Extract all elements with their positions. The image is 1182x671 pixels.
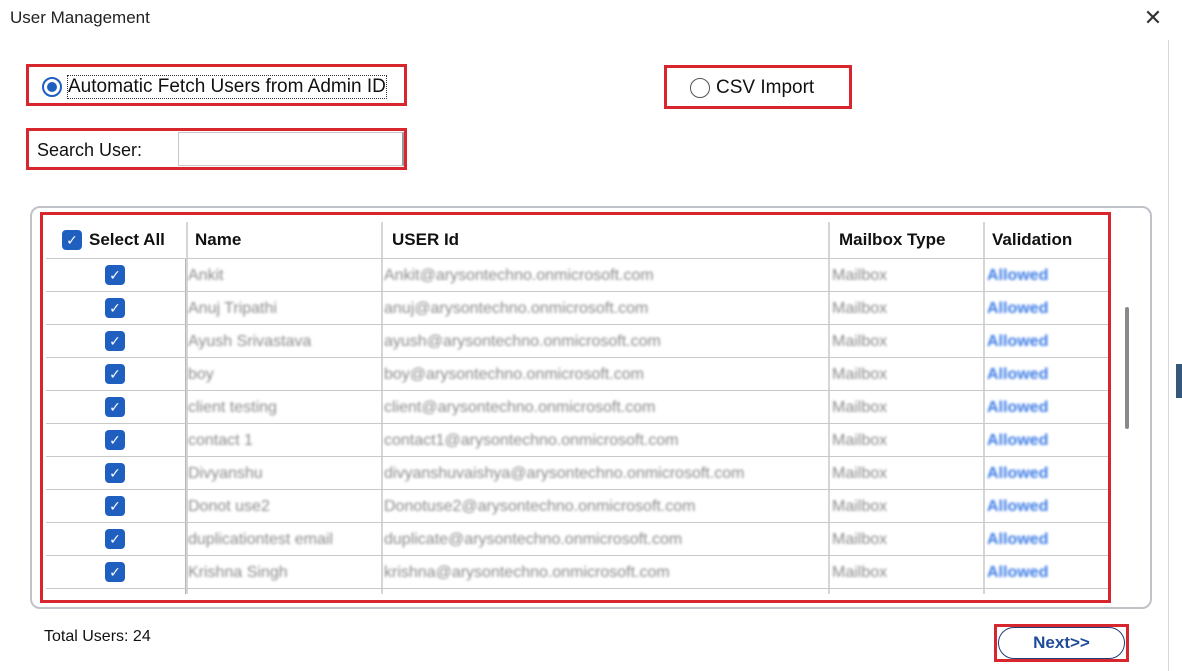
close-icon[interactable]: ✕ bbox=[1138, 2, 1168, 34]
auto-fetch-label[interactable]: Automatic Fetch Users from Admin ID bbox=[67, 75, 387, 99]
search-label: Search User: bbox=[37, 140, 143, 160]
total-users-label: Total Users: 24 bbox=[44, 628, 151, 645]
background-window-edge bbox=[1176, 364, 1182, 398]
csv-import-option[interactable]: CSV Import bbox=[690, 77, 814, 99]
user-grid-highlight bbox=[40, 212, 1111, 603]
auto-fetch-radio[interactable] bbox=[42, 77, 62, 97]
window-border bbox=[1168, 40, 1169, 671]
search-input[interactable] bbox=[178, 132, 404, 166]
window-title: User Management bbox=[10, 8, 150, 27]
grid-scrollbar[interactable] bbox=[1125, 307, 1129, 429]
auto-fetch-option[interactable]: Automatic Fetch Users from Admin ID bbox=[42, 75, 387, 99]
title-bar: User Management ✕ bbox=[0, 0, 1182, 38]
csv-import-radio[interactable] bbox=[690, 78, 710, 98]
csv-import-label[interactable]: CSV Import bbox=[716, 77, 814, 99]
next-button[interactable]: Next>> bbox=[998, 627, 1125, 659]
